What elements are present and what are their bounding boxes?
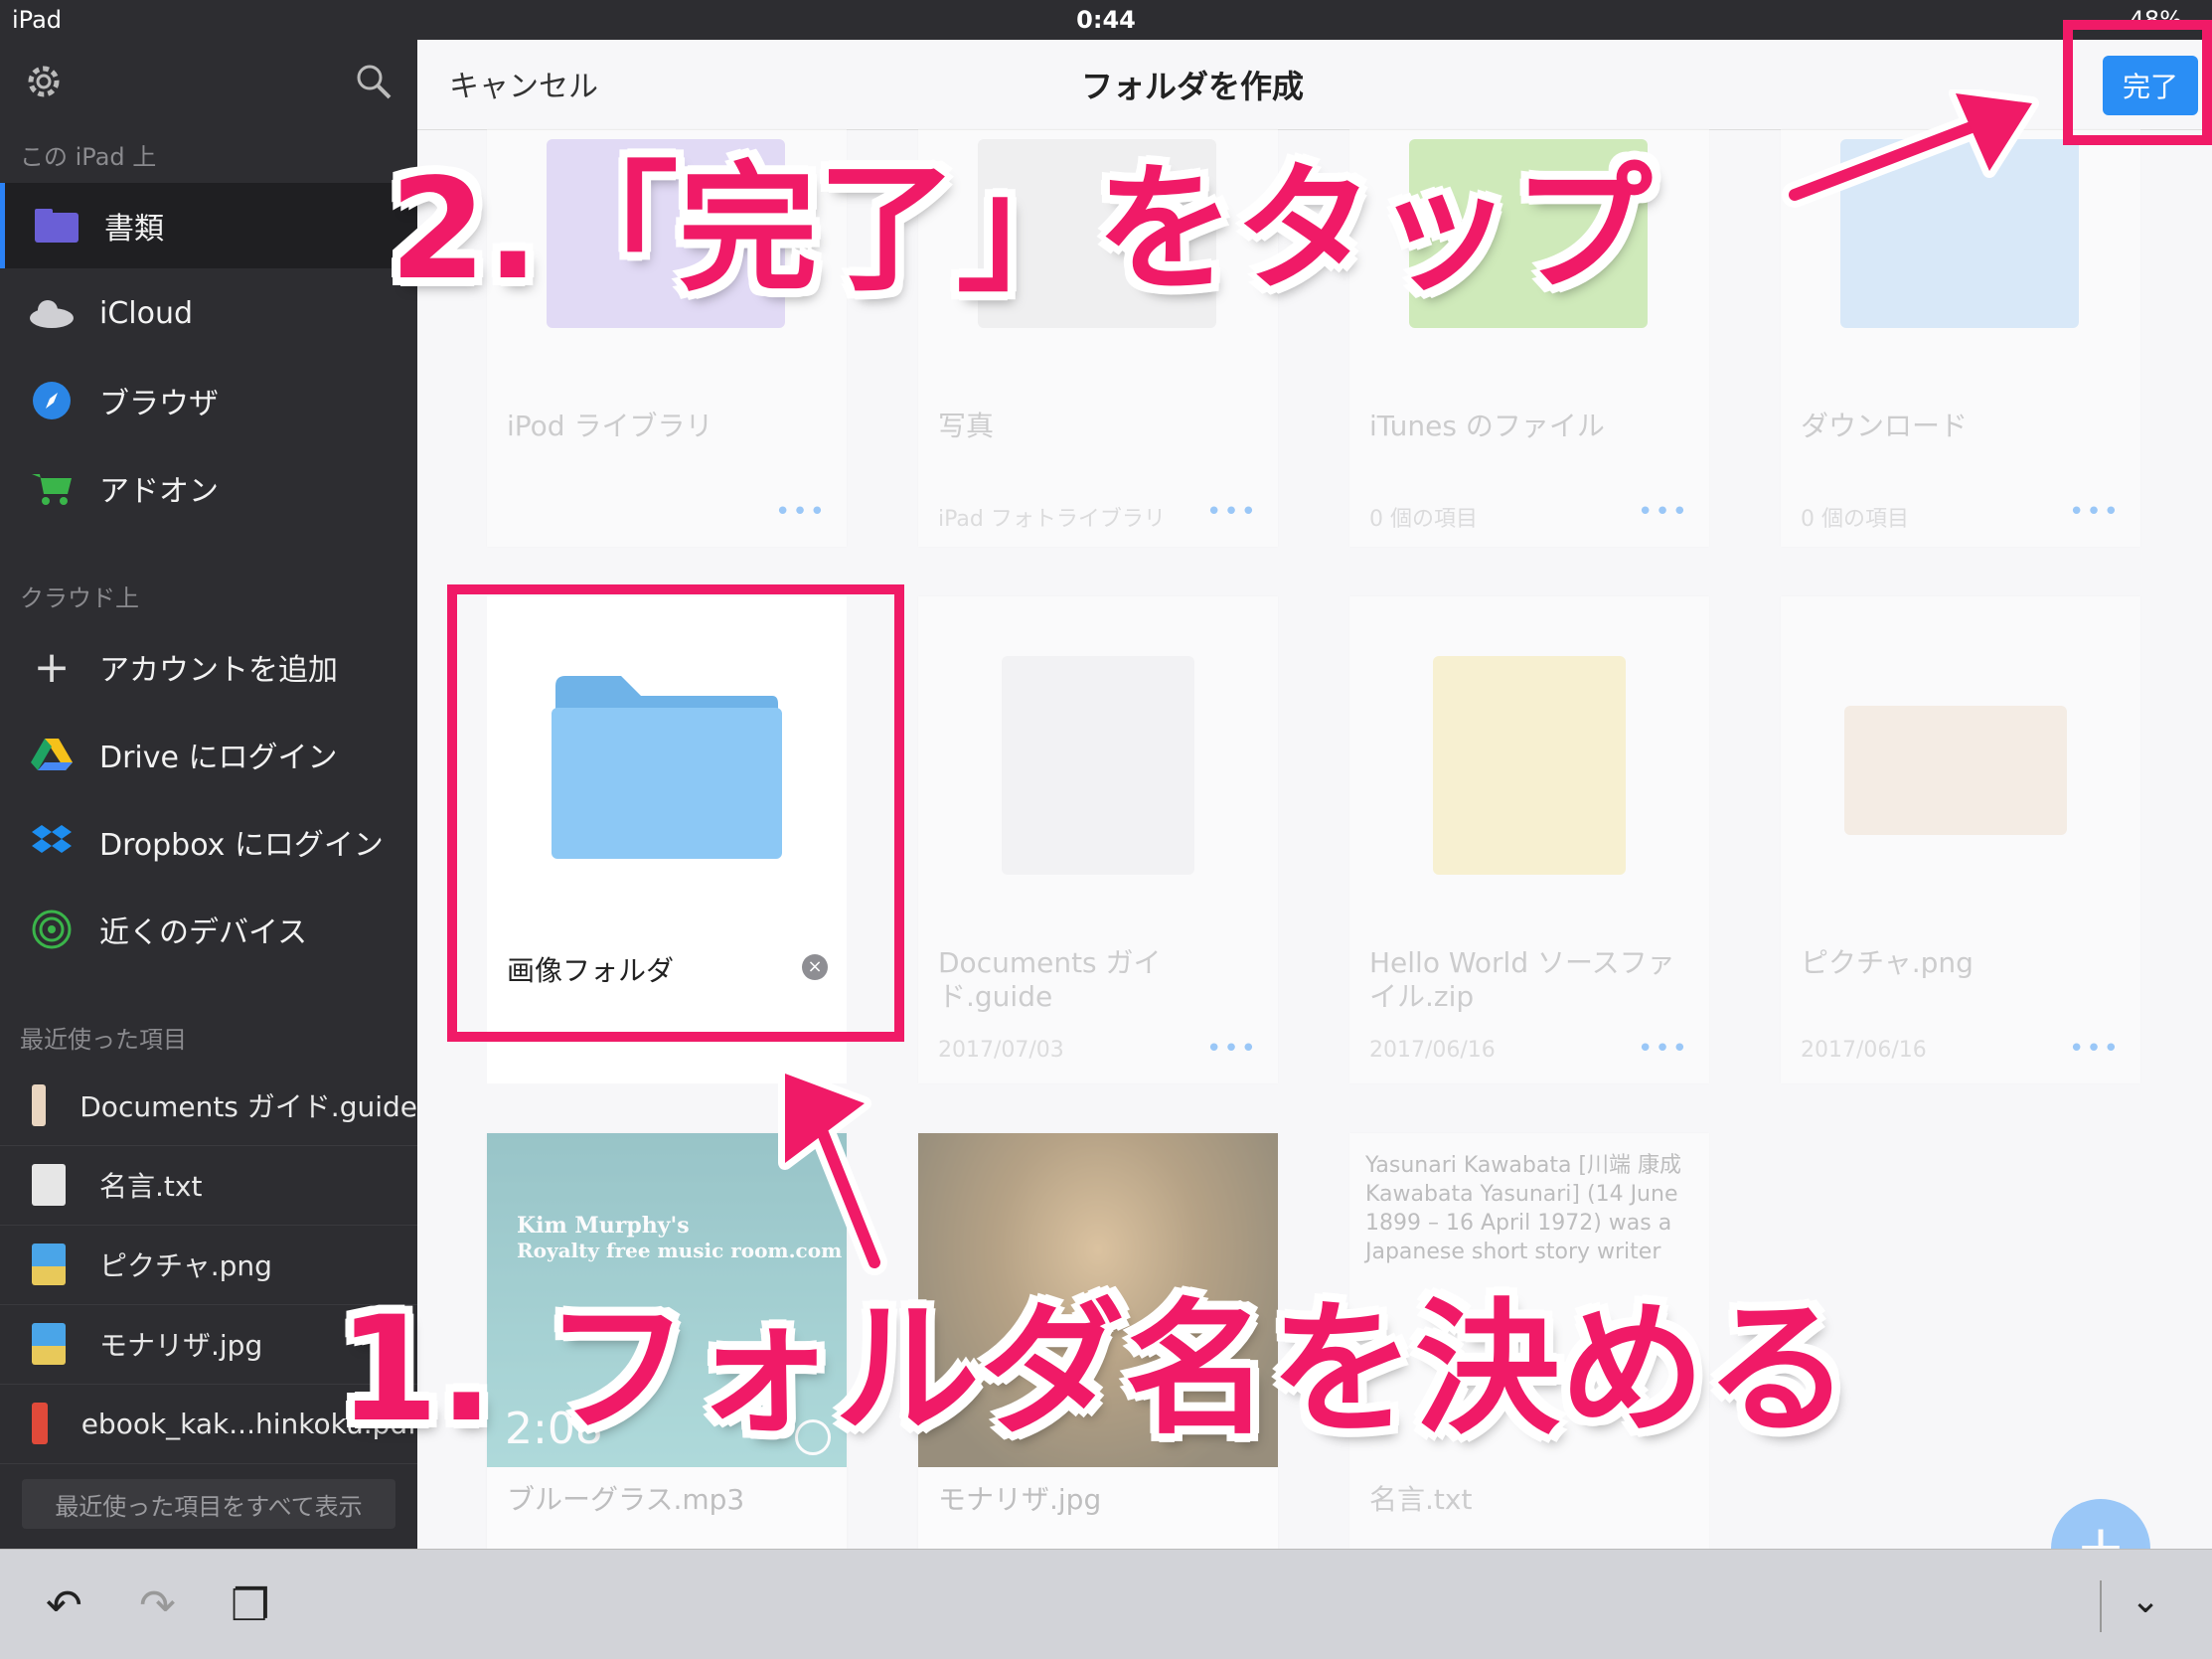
guide-icon [32, 1084, 47, 1126]
section-cloud: クラウド上 [20, 584, 139, 612]
sidebar-item-drive[interactable]: Drive にログイン [0, 712, 417, 797]
text-file-icon [32, 1164, 66, 1206]
more-icon[interactable]: ••• [1638, 1034, 1689, 1064]
lifebuoy-icon [1002, 656, 1194, 875]
sidebar-item-icloud[interactable]: iCloud [0, 270, 417, 356]
section-recent: 最近使った項目 [20, 1026, 187, 1054]
search-icon[interactable] [354, 62, 394, 105]
page-title: フォルダを作成 [1080, 68, 1304, 105]
dropbox-icon [28, 822, 76, 862]
recent-item[interactable]: 名言.txt [0, 1145, 417, 1226]
undo-icon[interactable]: ↶ [46, 1580, 82, 1631]
image-thumbnail [1844, 706, 2067, 835]
more-icon[interactable]: ••• [2069, 1034, 2121, 1064]
section-on-ipad: この iPad 上 [20, 143, 157, 171]
sidebar-item-dropbox[interactable]: Dropbox にログイン [0, 799, 417, 885]
more-icon[interactable]: ••• [1206, 1034, 1258, 1064]
show-all-recent-button[interactable]: 最近使った項目をすべて表示 [22, 1479, 395, 1529]
grid-item-hello-world-zip[interactable]: Hello World ソースファイル.zip 2017/06/16 ••• [1349, 596, 1709, 1083]
zip-icon [1433, 656, 1626, 875]
sidebar-item-nearby[interactable]: 近くのデバイス [0, 887, 417, 972]
annotation-step2: 2.「完了」をタップ [390, 149, 1653, 311]
highlight-done-button [2063, 20, 2212, 145]
highlight-new-folder [447, 584, 904, 1042]
recent-item[interactable]: Documents ガイド.guide [0, 1066, 417, 1146]
google-drive-icon [28, 735, 76, 774]
pdf-icon [32, 1403, 48, 1444]
status-bar: iPad 0:44 48% [0, 0, 2212, 40]
image-icon [32, 1323, 66, 1365]
image-icon [32, 1244, 66, 1285]
grid-item-picture-png[interactable]: ピクチャ.png 2017/06/16 ••• [1781, 596, 2140, 1083]
toolbar-divider [2100, 1580, 2102, 1632]
sidebar-item-add-account[interactable]: + アカウントを追加 [0, 624, 417, 710]
folder-icon [33, 206, 80, 246]
grid-item-documents-guide[interactable]: Documents ガイド.guide 2017/07/03 ••• [918, 596, 1278, 1083]
more-icon[interactable]: ••• [2069, 497, 2121, 527]
sidebar-item-documents[interactable]: 書類 [0, 183, 422, 268]
radar-icon [28, 910, 76, 949]
clock: 0:44 [1076, 6, 1136, 34]
sidebar-item-browser[interactable]: ブラウザ [0, 358, 417, 443]
more-icon[interactable]: ••• [775, 497, 827, 527]
compass-icon [28, 381, 76, 420]
paste-icon[interactable]: ❐ [231, 1580, 269, 1631]
plus-icon: + [33, 641, 71, 693]
redo-icon[interactable]: ↷ [139, 1580, 176, 1631]
annotation-step1: 1. フォルダ名を決める [338, 1285, 1850, 1454]
more-icon[interactable]: ••• [1638, 497, 1689, 527]
text-preview: Yasunari Kawabata [川端 康成 Kawabata Yasuna… [1365, 1153, 1681, 1264]
arrow-to-folder [778, 1067, 887, 1275]
gear-icon[interactable] [24, 62, 64, 105]
cart-icon [28, 468, 76, 508]
keyboard-toolbar [0, 1549, 2212, 1659]
arrow-to-done [1782, 89, 2039, 208]
cloud-icon [28, 293, 76, 333]
dismiss-keyboard-icon[interactable]: ⌄ [2131, 1580, 2160, 1621]
sidebar-item-addons[interactable]: アドオン [0, 445, 417, 531]
more-icon[interactable]: ••• [1206, 497, 1258, 527]
